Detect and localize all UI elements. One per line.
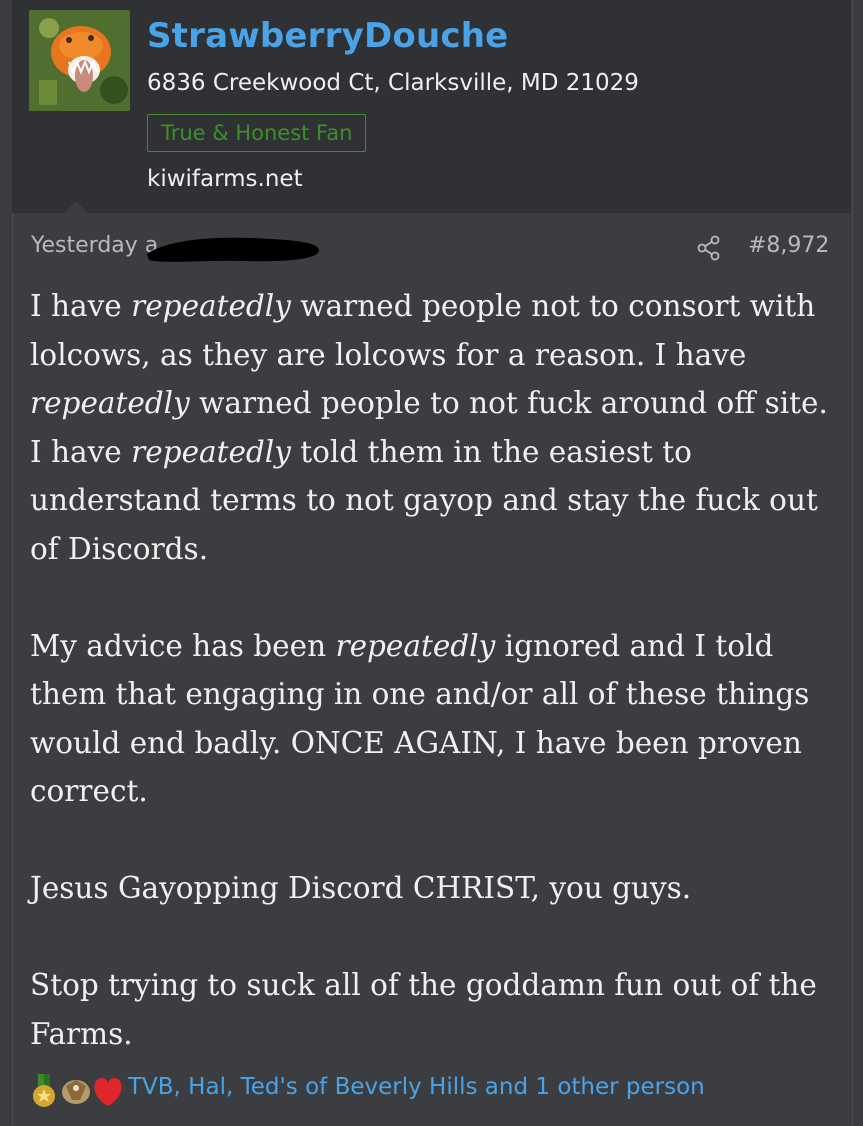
reaction-icons (30, 1070, 130, 1114)
user-address: 6836 Creekwood Ct, Clarksville, MD 21029 (147, 70, 639, 96)
user-title-badge: True & Honest Fan (147, 114, 367, 152)
reactions-bar[interactable]: TVB, Hal, Ted's of Beverly Hills and 1 o… (30, 1070, 850, 1114)
post-body: I have repeatedly warned people not to c… (30, 282, 842, 1107)
text-run: I have (30, 289, 132, 323)
paragraph-3: Jesus Gayopping Discord CHRIST, you guys… (30, 871, 692, 905)
share-icon[interactable] (696, 235, 722, 261)
reactions-link[interactable]: TVB, Hal, Ted's of Beverly Hills and 1 o… (128, 1074, 705, 1100)
emphasis: repeatedly (30, 386, 190, 420)
paragraph-4: Stop trying to suck all of the goddamn f… (30, 968, 817, 1051)
emphasis: repeatedly (131, 434, 291, 469)
redaction-scribble (143, 230, 323, 270)
eagle-reaction-icon (62, 1080, 90, 1104)
post-number-link[interactable]: #8,972 (748, 233, 829, 258)
paragraph-1: I have repeatedly warned people not to c… (30, 282, 842, 573)
paragraph-2: My advice has been repeatedly ignored an… (30, 622, 842, 816)
heart-reaction-icon (94, 1078, 122, 1106)
header-arrow (63, 201, 89, 214)
text-run: My advice has been (30, 628, 336, 663)
medal-reaction-icon (33, 1074, 55, 1107)
emphasis: repeatedly (335, 628, 496, 663)
avatar[interactable] (29, 10, 130, 111)
emphasis: repeatedly (131, 289, 291, 323)
site-name: kiwifarms.net (147, 166, 303, 192)
post-timestamp[interactable]: Yesterday a (31, 233, 158, 258)
username-link[interactable]: StrawberryDouche (147, 16, 508, 56)
